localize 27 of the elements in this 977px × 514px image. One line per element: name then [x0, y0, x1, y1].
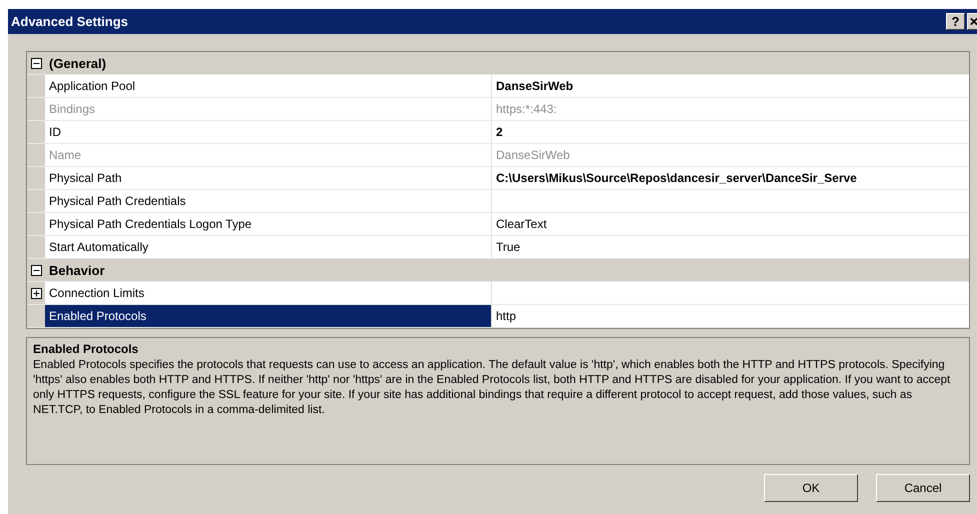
help-button[interactable]: ? — [946, 13, 965, 30]
property-value[interactable]: ClearText — [492, 213, 969, 235]
property-name[interactable]: Physical Path Credentials Logon Type — [45, 213, 492, 235]
property-value[interactable]: True — [492, 236, 969, 258]
property-name[interactable]: ID — [45, 121, 492, 143]
collapse-icon[interactable] — [30, 58, 42, 68]
property-value[interactable]: DanseSirWeb — [492, 75, 969, 97]
cancel-button[interactable]: Cancel — [876, 474, 970, 502]
property-value[interactable]: 2 — [492, 121, 969, 143]
property-name[interactable]: Connection Limits — [45, 282, 492, 304]
property-name[interactable]: Enabled Protocols — [45, 305, 492, 327]
property-value[interactable]: http — [492, 305, 969, 327]
collapse-icon[interactable] — [30, 264, 42, 276]
description-text: Enabled Protocols specifies the protocols that requests can use to access an application. The default value is 'http', which enables both the HTTP and HTTPS protocols. Specifying 'https' also enables both HTTP and HTTPS. If neither 'http' nor 'https' are in the Enabled Protocols list, both HTTP and HTTPS are disabled for your application. If you want to accept only HTTPS requests, configure the SSL feature for your site. If your site has additional bindings that require a different protocol to accept request, add those values, such as NET.TCP, to Enabled Protocols in a comma-delimited list. — [33, 358, 952, 418]
property-name[interactable]: Physical Path — [45, 167, 492, 189]
description-title: Enabled Protocols — [33, 342, 140, 356]
close-button[interactable] — [967, 13, 977, 30]
property-name[interactable]: Physical Path Credentials — [45, 190, 492, 212]
category-name: (General) — [48, 56, 106, 70]
ok-button[interactable]: OK — [764, 474, 858, 502]
category-name: Behavior — [48, 262, 105, 278]
expand-icon[interactable] — [30, 288, 42, 298]
property-name[interactable]: Application Pool — [45, 75, 492, 97]
window-title: Advanced Settings — [11, 14, 130, 29]
property-name[interactable]: Start Automatically — [45, 236, 492, 258]
property-value[interactable]: C:\Users\Mikus\Source\Repos\dancesir_server\DanceSir_Serve — [492, 167, 969, 189]
close-icon — [970, 17, 977, 26]
